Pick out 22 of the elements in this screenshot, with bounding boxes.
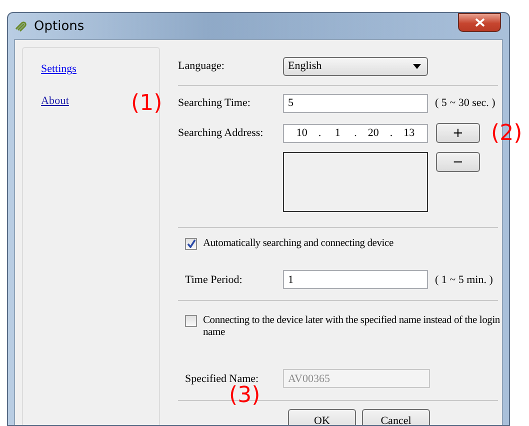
field-label: Specified Name: bbox=[184, 372, 260, 384]
field-label: Searching Address: bbox=[178, 127, 264, 139]
checkbox-label: Automatically searching and connecting device bbox=[203, 238, 394, 250]
dialog-button[interactable]: Cancel bbox=[362, 409, 430, 425]
range-hint: ( 5 ~ 30 sec. ) bbox=[435, 97, 496, 109]
language-dropdown[interactable]: English bbox=[283, 56, 428, 76]
add-button[interactable]: + bbox=[436, 123, 480, 143]
sidebar-link[interactable]: Settings bbox=[41, 63, 76, 75]
ip-address-field[interactable]: 10 . 1 . 20 . 13 bbox=[283, 124, 428, 142]
sidebar-link[interactable]: About bbox=[41, 95, 69, 107]
input-field[interactable]: 5 bbox=[283, 94, 428, 112]
field-label: Searching Time: bbox=[178, 97, 252, 109]
remove-button[interactable]: − bbox=[436, 152, 480, 172]
checkbox-label: Connecting to the device later with the specified name instead of the login name bbox=[203, 315, 500, 339]
field-label: Language: bbox=[178, 60, 226, 72]
annotation-label: (1) bbox=[131, 92, 162, 116]
dialog-button[interactable]: OK bbox=[288, 409, 356, 425]
window-title: Options bbox=[34, 18, 84, 34]
field-label: Time Period: bbox=[184, 274, 244, 286]
annotation-label: (3) bbox=[229, 384, 260, 408]
range-hint: ( 1 ~ 5 min. ) bbox=[435, 274, 493, 286]
input-field[interactable]: 1 bbox=[283, 270, 428, 289]
